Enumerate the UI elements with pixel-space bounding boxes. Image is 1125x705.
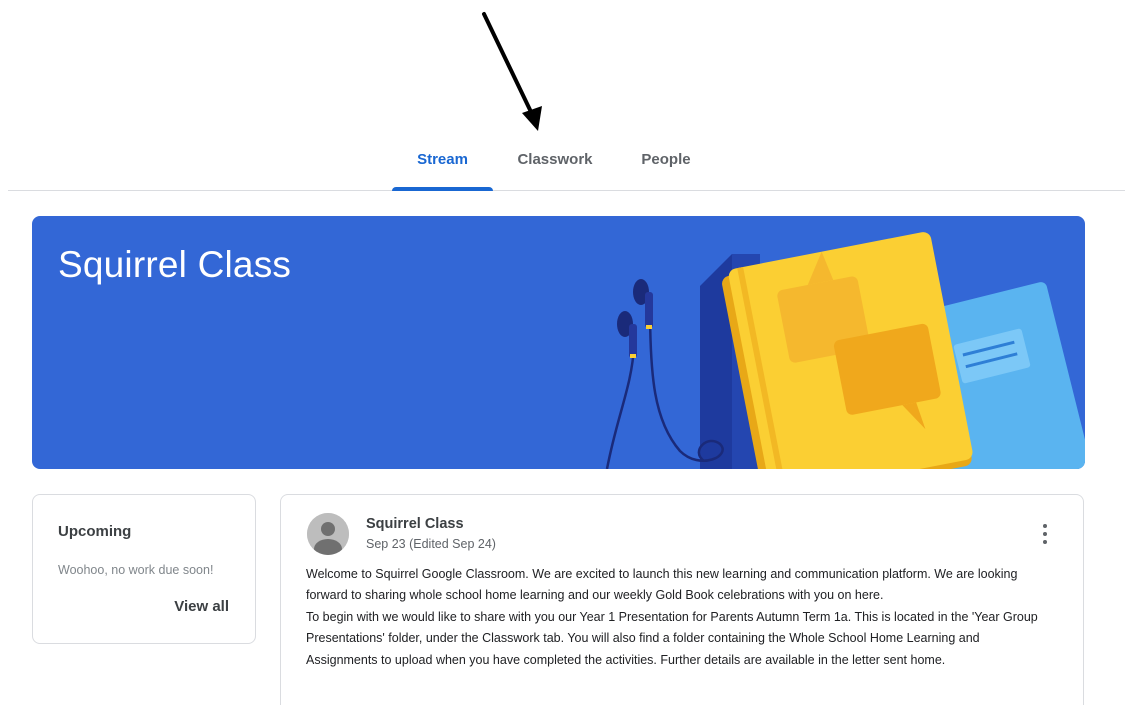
tab-stream[interactable]: Stream — [392, 128, 493, 191]
tab-bar: Stream Classwork People — [8, 128, 1125, 191]
upcoming-title: Upcoming — [58, 523, 132, 540]
post-paragraph: Welcome to Squirrel Google Classroom. We… — [306, 567, 1018, 603]
upcoming-message: Woohoo, no work due soon! — [58, 563, 214, 577]
upcoming-card: Upcoming Woohoo, no work due soon! View … — [32, 494, 256, 644]
person-avatar-icon — [307, 513, 349, 555]
more-vert-icon[interactable] — [1037, 523, 1053, 545]
post-date: Sep 23 (Edited Sep 24) — [366, 537, 496, 551]
announcement-card: Squirrel Class Sep 23 (Edited Sep 24) We… — [280, 494, 1084, 705]
post-paragraph: To begin with we would like to share wit… — [306, 609, 1038, 667]
tab-classwork[interactable]: Classwork — [504, 128, 606, 190]
class-banner: Squirrel Class — [32, 216, 1085, 469]
tab-people[interactable]: People — [625, 128, 707, 190]
class-title: Squirrel Class — [58, 244, 292, 285]
post-body: Welcome to Squirrel Google Classroom. We… — [306, 564, 1051, 671]
annotation-arrow — [482, 12, 542, 131]
view-all-link[interactable]: View all — [174, 598, 229, 615]
post-author: Squirrel Class — [366, 516, 464, 532]
